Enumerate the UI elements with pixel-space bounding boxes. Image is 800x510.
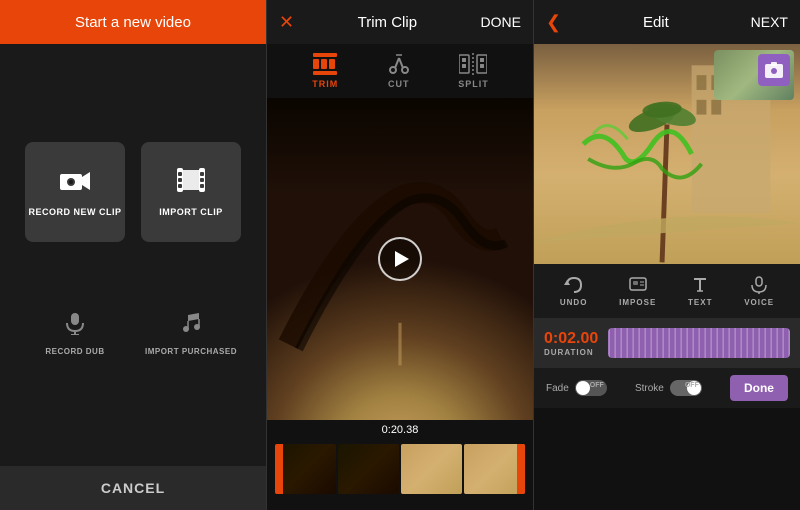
- split-icon: [459, 53, 487, 75]
- play-button[interactable]: [378, 237, 422, 281]
- panel2-title: Trim Clip: [358, 14, 417, 31]
- done-button[interactable]: DONE: [481, 14, 521, 30]
- trim-handle-left[interactable]: [275, 444, 283, 494]
- cut-tool[interactable]: CUT: [388, 53, 410, 89]
- panel3-duration-bar: 0:02.00 DURATION: [534, 318, 800, 368]
- trim-handle-right[interactable]: [517, 444, 525, 494]
- import-clip-label: IMPORT CLIP: [159, 207, 223, 217]
- cut-label: CUT: [388, 79, 410, 89]
- voice-label: VOICE: [744, 298, 774, 307]
- panel3-video: [534, 44, 800, 264]
- fade-toggle-knob: [576, 381, 590, 395]
- impose-tool[interactable]: IMPOSE: [619, 276, 656, 307]
- duration-label: DURATION: [544, 348, 598, 357]
- film-frame-2: [338, 444, 399, 494]
- panel1-cancel-bar: CANCEL: [0, 466, 266, 510]
- duration-info: 0:02.00 DURATION: [544, 330, 598, 357]
- film-frame-3: [401, 444, 462, 494]
- panel-start-new-video: Start a new video RECORD NEW CLIP: [0, 0, 267, 510]
- panel1-title: Start a new video: [75, 14, 191, 31]
- cancel-button[interactable]: CANCEL: [101, 480, 165, 496]
- panel1-main: RECORD NEW CLIP IMPOR: [0, 44, 266, 466]
- split-label: SPLIT: [458, 79, 489, 89]
- panel2-video: [267, 98, 533, 420]
- record-dub-button[interactable]: RECORD DUB: [25, 298, 125, 368]
- music-icon: [179, 311, 203, 341]
- panel2-topbar: ✕ Trim Clip DONE: [267, 0, 533, 44]
- import-purchased-label: IMPORT PURCHASED: [145, 347, 237, 356]
- panel1-small-buttons: RECORD DUB IMPORT PURCHASED: [25, 298, 241, 368]
- cut-icon: [388, 53, 410, 75]
- record-new-clip-label: RECORD NEW CLIP: [29, 207, 122, 217]
- panel3-bottom-controls: Fade OFF Stroke OFF Done: [534, 368, 800, 408]
- mic-icon: [63, 311, 87, 341]
- time-label: 0:20.38: [382, 420, 419, 440]
- panel-trim-clip: ✕ Trim Clip DONE TRIM CUT: [267, 0, 534, 510]
- waveform-inner: [608, 328, 790, 358]
- voice-icon: [749, 276, 769, 294]
- filmstrip: [267, 440, 533, 498]
- panel3-title: Edit: [643, 14, 669, 31]
- record-dub-label: RECORD DUB: [45, 347, 104, 356]
- split-tool[interactable]: SPLIT: [458, 53, 489, 89]
- trim-label: TRIM: [312, 79, 338, 89]
- import-clip-button[interactable]: IMPORT CLIP: [141, 142, 241, 242]
- undo-tool[interactable]: UNDO: [560, 276, 588, 307]
- photo-import-badge[interactable]: [758, 54, 790, 86]
- film-roll-icon: [177, 168, 205, 199]
- stroke-off-label: OFF: [685, 382, 699, 389]
- done-button-panel3[interactable]: Done: [730, 375, 788, 401]
- text-icon: [690, 276, 710, 294]
- back-button[interactable]: ❮: [546, 12, 561, 33]
- undo-label: UNDO: [560, 298, 588, 307]
- panel3-toolbar: UNDO IMPOSE TEXT VOI: [534, 264, 800, 318]
- trim-icon: [311, 53, 339, 75]
- panel1-main-buttons: RECORD NEW CLIP IMPOR: [25, 142, 241, 242]
- import-purchased-button[interactable]: IMPORT PURCHASED: [141, 298, 241, 368]
- film-frame-1: [275, 444, 336, 494]
- stroke-toggle[interactable]: OFF: [670, 380, 702, 396]
- fade-label: Fade: [546, 383, 569, 394]
- fade-off-label: OFF: [590, 382, 604, 389]
- panel3-topbar: ❮ Edit NEXT: [534, 0, 800, 44]
- film-frame-4: [464, 444, 525, 494]
- next-button[interactable]: NEXT: [751, 14, 788, 30]
- stroke-label: Stroke: [635, 383, 664, 394]
- panel-edit: ❮ Edit NEXT: [534, 0, 800, 510]
- close-button[interactable]: ✕: [279, 12, 294, 33]
- camera-icon: [60, 168, 90, 199]
- fade-toggle-group: Fade OFF: [546, 380, 607, 396]
- duration-time: 0:02.00: [544, 330, 598, 348]
- panel2-timeline: 0:20.38: [267, 420, 533, 510]
- text-label: TEXT: [688, 298, 712, 307]
- impose-icon: [628, 276, 648, 294]
- stroke-toggle-group: Stroke OFF: [635, 380, 702, 396]
- panel1-topbar: Start a new video: [0, 0, 266, 44]
- text-tool[interactable]: TEXT: [688, 276, 712, 307]
- panel2-toolbar: TRIM CUT SPLIT: [267, 44, 533, 98]
- photo-icon: [765, 62, 783, 78]
- voice-tool[interactable]: VOICE: [744, 276, 774, 307]
- trim-tool[interactable]: TRIM: [311, 53, 339, 89]
- fade-toggle[interactable]: OFF: [575, 380, 607, 396]
- audio-waveform: [608, 328, 790, 358]
- impose-label: IMPOSE: [619, 298, 656, 307]
- record-new-clip-button[interactable]: RECORD NEW CLIP: [25, 142, 125, 242]
- undo-icon: [564, 276, 584, 294]
